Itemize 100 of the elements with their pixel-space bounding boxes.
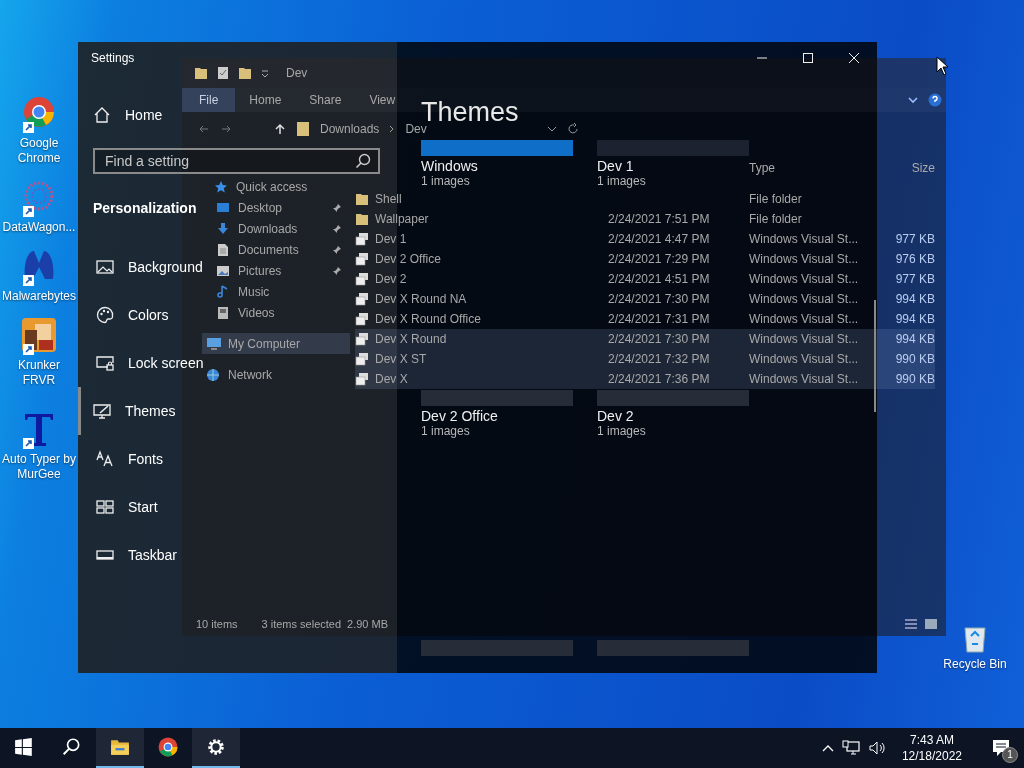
theme-name[interactable]: Dev 2 Office <box>421 408 498 425</box>
help-icon[interactable] <box>928 93 942 107</box>
breadcrumb-item[interactable]: Dev <box>405 122 427 136</box>
file-row[interactable]: Wallpaper 2/24/2021 7:51 PM File folder <box>355 209 935 229</box>
column-header[interactable]: Type <box>749 160 865 175</box>
settings-nav-item[interactable]: Lock screen <box>78 339 204 387</box>
refresh-icon[interactable] <box>566 123 579 135</box>
file-row[interactable]: Dev 1 2/24/2021 4:47 PM Windows Visual St... 977 KB <box>355 229 935 249</box>
file-name: Dev X Round Office <box>375 312 481 326</box>
file-size: 990 KB <box>895 372 935 386</box>
nav-item[interactable]: Pictures <box>208 260 350 281</box>
ribbon-tab[interactable]: File <box>182 88 236 112</box>
settings-nav-item[interactable]: Taskbar <box>78 531 178 579</box>
file-row[interactable]: Dev X 2/24/2021 7:36 PM Windows Visual St... 990 KB <box>355 369 935 389</box>
computer-icon <box>206 336 222 351</box>
file-type: Windows Visual St... <box>749 352 860 366</box>
settings-nav-item[interactable]: Colors <box>78 291 169 339</box>
window-title: Dev <box>286 66 308 80</box>
lock-screen-icon <box>96 354 114 372</box>
chevron-down-icon[interactable] <box>546 124 557 134</box>
ribbon-tab[interactable]: Share <box>295 88 356 112</box>
chevron-down-icon[interactable] <box>908 95 918 105</box>
desktop-icon-label[interactable]: Auto Typer by MurGee <box>1 452 77 482</box>
back-arrow-icon[interactable] <box>198 123 210 135</box>
file-type: File folder <box>749 212 803 226</box>
search-field[interactable]: Find a setting <box>93 148 380 174</box>
action-center-button[interactable]: 1 <box>978 728 1024 768</box>
desktop-icon-label[interactable]: Recycle Bin <box>943 657 1007 672</box>
file-explorer-button[interactable] <box>96 728 144 768</box>
settings-nav-item[interactable]: Start <box>78 483 158 531</box>
chevron-up-icon[interactable] <box>821 744 834 752</box>
nav-item[interactable]: Desktop <box>208 197 350 218</box>
nav-item[interactable]: Network <box>202 364 350 385</box>
network-icon[interactable] <box>841 740 860 756</box>
theme-name[interactable]: Windows <box>421 158 478 175</box>
section-heading: Personalization <box>93 199 197 218</box>
nav-item[interactable]: Videos <box>208 302 350 323</box>
file-size: 990 KB <box>895 352 935 366</box>
breadcrumb-item[interactable]: Downloads <box>320 122 380 136</box>
file-name: Dev X <box>375 372 408 386</box>
file-type: File folder <box>749 192 803 206</box>
nav-item[interactable]: My Computer <box>202 333 350 354</box>
desktop-icon-label[interactable]: Malwarebytes <box>2 289 76 304</box>
file-date: 2/24/2021 7:36 PM <box>608 372 710 386</box>
scrollbar[interactable] <box>874 300 876 412</box>
file-type: Windows Visual St... <box>749 372 860 386</box>
ribbon-tab[interactable]: View <box>355 88 410 112</box>
file-row[interactable]: Dev 2 2/24/2021 4:51 PM Windows Visual St... 977 KB <box>355 269 935 289</box>
details-view-icon[interactable] <box>904 618 918 630</box>
home-nav-item[interactable]: Home <box>78 95 169 135</box>
up-arrow-icon[interactable] <box>274 123 286 135</box>
theme-image-count: 1 images <box>597 425 646 438</box>
globe-icon <box>206 367 222 382</box>
file-date: 2/24/2021 7:51 PM <box>608 212 710 226</box>
folder-icon <box>296 121 310 137</box>
settings-nav-item[interactable]: Themes <box>78 387 176 435</box>
theme-image-count: 1 images <box>421 425 470 438</box>
file-date: 2/24/2021 7:30 PM <box>608 292 710 306</box>
file-row[interactable]: Dev X Round Office 2/24/2021 7:31 PM Windows Visual St... 994 KB <box>355 309 935 329</box>
nav-item[interactable]: Downloads <box>208 218 350 239</box>
cursor-icon <box>936 56 948 76</box>
clock[interactable]: 7:43 AM 12/18/2022 <box>893 732 970 764</box>
page-title: Themes <box>421 100 519 124</box>
forward-arrow-icon[interactable] <box>220 123 232 135</box>
theme-file-icon <box>355 252 369 266</box>
theme-name[interactable]: Dev 2 <box>597 408 634 425</box>
dropdown-icon[interactable] <box>260 68 270 78</box>
folder-icon <box>355 212 369 226</box>
theme-file-icon <box>355 372 369 386</box>
column-header[interactable]: Size <box>865 160 935 175</box>
fonts-icon <box>96 450 114 468</box>
close-icon <box>849 53 859 63</box>
large-icons-view-icon[interactable] <box>924 618 938 630</box>
search-icon <box>62 737 82 757</box>
nav-item[interactable]: Documents <box>208 239 350 260</box>
settings-nav-item[interactable]: Background <box>78 243 203 291</box>
theme-file-icon <box>355 332 369 346</box>
file-row[interactable]: Dev X Round 2/24/2021 7:30 PM Windows Visual St... 994 KB <box>355 329 935 349</box>
theme-file-icon <box>355 232 369 246</box>
theme-image-count: 1 images <box>597 175 646 188</box>
ribbon-tab[interactable]: Home <box>235 88 296 112</box>
theme-name[interactable]: Dev 1 <box>597 158 634 175</box>
selection-size: 2.90 MB <box>347 618 389 630</box>
file-name: Dev X Round <box>375 332 447 346</box>
settings-button[interactable] <box>192 728 240 768</box>
properties-icon[interactable] <box>216 66 230 80</box>
nav-item[interactable]: Quick access <box>208 176 350 197</box>
folder-icon <box>194 66 208 80</box>
speaker-icon[interactable] <box>867 740 886 756</box>
theme-file-icon <box>355 312 369 326</box>
desktop-icon-label[interactable]: Krunker FRVR <box>1 358 77 388</box>
new-folder-icon[interactable] <box>238 66 252 80</box>
file-row[interactable]: Dev X ST 2/24/2021 7:32 PM Windows Visual St... 990 KB <box>355 349 935 369</box>
file-row[interactable]: Dev X Round NA 2/24/2021 7:30 PM Windows Visual St... 994 KB <box>355 289 935 309</box>
file-row[interactable]: Shell File folder <box>355 189 935 209</box>
file-size: 977 KB <box>895 232 935 246</box>
settings-nav-item[interactable]: Fonts <box>78 435 163 483</box>
file-row[interactable]: Dev 2 Office 2/24/2021 7:29 PM Windows Visual St... 976 KB <box>355 249 935 269</box>
nav-item[interactable]: Music <box>208 281 350 302</box>
maximize-icon <box>803 53 813 63</box>
